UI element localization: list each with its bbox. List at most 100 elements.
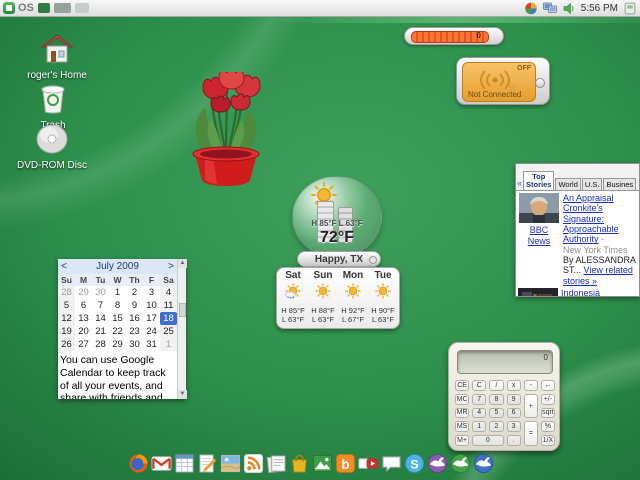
key-sign[interactable]: +/- — [541, 394, 555, 405]
key-subtract[interactable]: - — [524, 380, 538, 391]
weather-forecast-panel[interactable]: Sat H 85°F L 63°F Sun H 88°F L 63°F Mon … — [276, 267, 400, 329]
calendar-day[interactable]: 7 — [92, 299, 109, 312]
key-9[interactable]: 9 — [507, 394, 521, 405]
calendar-scrollbar[interactable]: ▲ ▼ — [177, 259, 186, 399]
calendar-day[interactable]: 3 — [143, 286, 160, 299]
wireless-toggle-knob[interactable] — [535, 78, 545, 88]
tab-business[interactable]: Busines — [603, 178, 636, 190]
wireless-widget[interactable]: OFF Not Connected — [456, 57, 550, 105]
youtube-icon[interactable] — [358, 452, 379, 475]
calendar-day[interactable]: 12 — [58, 312, 75, 325]
key-2[interactable]: 2 — [489, 421, 503, 432]
calendar-day[interactable]: 4 — [160, 286, 177, 299]
key-decimal[interactable]: . — [507, 435, 521, 446]
key-equals[interactable]: = — [524, 421, 538, 446]
network-displays-icon[interactable] — [543, 2, 557, 15]
key-1[interactable]: 1 — [472, 421, 486, 432]
calendar-day[interactable]: 6 — [75, 299, 92, 312]
calendar-day[interactable]: 1 — [109, 286, 126, 299]
desktop-icon-home[interactable]: roger's Home — [22, 34, 92, 81]
calendar-day[interactable]: 27 — [75, 338, 92, 351]
calendar-day[interactable]: 9 — [126, 299, 143, 312]
story-thumbnail[interactable] — [518, 288, 558, 297]
calendar-day[interactable]: 25 — [160, 325, 177, 338]
updater-icon[interactable] — [524, 2, 538, 15]
headline-link[interactable]: An Appraisal Cronkite's Signature: Appro… — [563, 193, 619, 244]
calendar-day[interactable]: 5 — [58, 299, 75, 312]
calendar-day[interactable]: 21 — [92, 325, 109, 338]
news-app-icon[interactable] — [266, 452, 287, 475]
key-backspace[interactable]: ← — [541, 380, 555, 391]
calendar-day[interactable]: 1 — [160, 338, 177, 351]
calendar-day[interactable]: 28 — [92, 338, 109, 351]
key-ms[interactable]: MS — [455, 421, 469, 432]
calendar-day[interactable]: 28 — [58, 286, 75, 299]
scroll-down-icon[interactable]: ▼ — [178, 390, 187, 399]
calendar-day[interactable]: 13 — [75, 312, 92, 325]
calendar-day[interactable]: 15 — [109, 312, 126, 325]
scrollbar-thumb[interactable] — [179, 303, 186, 317]
volume-icon[interactable] — [562, 2, 576, 15]
key-mc[interactable]: MC — [455, 394, 469, 405]
calendar-day[interactable]: 23 — [126, 325, 143, 338]
picasa-photos-icon[interactable] — [312, 452, 333, 475]
calendar-day[interactable]: 26 — [58, 338, 75, 351]
menubar-item-lightgray[interactable] — [75, 3, 89, 13]
firefox-icon[interactable] — [128, 452, 149, 475]
calendar-day[interactable]: 16 — [126, 312, 143, 325]
gmail-icon[interactable] — [151, 452, 172, 475]
blue-bird-app-icon[interactable] — [473, 452, 494, 475]
key-7[interactable]: 7 — [472, 394, 486, 405]
calendar-day[interactable]: 19 — [58, 325, 75, 338]
os-logo-icon[interactable] — [3, 2, 15, 14]
key-mr[interactable]: MR — [455, 408, 469, 419]
key-mplus[interactable]: M+ — [455, 435, 469, 446]
talk-bubble-icon[interactable] — [381, 452, 402, 475]
calendar-day[interactable]: 29 — [109, 338, 126, 351]
shopping-bag-icon[interactable] — [289, 452, 310, 475]
calendar-day[interactable]: 2 — [126, 286, 143, 299]
calendar-day[interactable]: 29 — [75, 286, 92, 299]
maps-photo-icon[interactable] — [220, 452, 241, 475]
tab-world[interactable]: World — [555, 178, 580, 190]
calendar-day[interactable]: 17 — [143, 312, 160, 325]
key-divide[interactable]: / — [489, 380, 503, 391]
calendar-day[interactable]: 20 — [75, 325, 92, 338]
scroll-up-icon[interactable]: ▲ — [178, 259, 187, 268]
key-sqrt[interactable]: sqrt — [541, 408, 555, 419]
key-0[interactable]: 0 — [472, 435, 503, 446]
battery-widget[interactable]: 0 — [404, 27, 504, 45]
menubar-item-green[interactable] — [38, 3, 50, 13]
flower-pot-widget[interactable] — [183, 72, 269, 190]
tabs-prev-icon[interactable]: « — [516, 178, 523, 190]
blogger-icon[interactable]: b — [335, 452, 356, 475]
calendar-next-button[interactable]: > — [165, 261, 177, 272]
desktop-icon-dvd[interactable]: DVD-ROM Disc — [17, 124, 87, 171]
reader-rss-icon[interactable] — [243, 452, 264, 475]
skype-icon[interactable]: S — [404, 452, 425, 475]
green-bird-app-icon[interactable] — [450, 452, 471, 475]
calendar-day[interactable]: 22 — [109, 325, 126, 338]
calendar-day-selected[interactable]: 18 — [160, 312, 177, 325]
calendar-day[interactable]: 30 — [126, 338, 143, 351]
key-c[interactable]: C — [472, 380, 486, 391]
session-icon[interactable] — [623, 2, 637, 15]
key-3[interactable]: 3 — [507, 421, 521, 432]
key-add[interactable]: + — [524, 394, 538, 419]
calendar-day[interactable]: 11 — [160, 299, 177, 312]
calendar-day[interactable]: 31 — [143, 338, 160, 351]
weather-globe-widget[interactable]: H 85°F L 63°F 72°F — [292, 176, 382, 258]
key-ce[interactable]: CE — [455, 380, 469, 391]
calendar-day[interactable]: 10 — [143, 299, 160, 312]
calendar-prev-button[interactable]: < — [58, 261, 70, 272]
calendar-day[interactable]: 8 — [109, 299, 126, 312]
calendar-day[interactable]: 24 — [143, 325, 160, 338]
weather-options-knob[interactable] — [369, 256, 377, 264]
headline-link[interactable]: Indonesia — [561, 288, 600, 297]
clock[interactable]: 5:56 PM — [581, 3, 618, 14]
tab-top-stories[interactable]: Top Stories — [523, 171, 554, 191]
purple-bird-app-icon[interactable] — [427, 452, 448, 475]
menubar-item-gray[interactable] — [54, 3, 71, 13]
docs-icon[interactable] — [197, 452, 218, 475]
calendar-app-icon[interactable] — [174, 452, 195, 475]
